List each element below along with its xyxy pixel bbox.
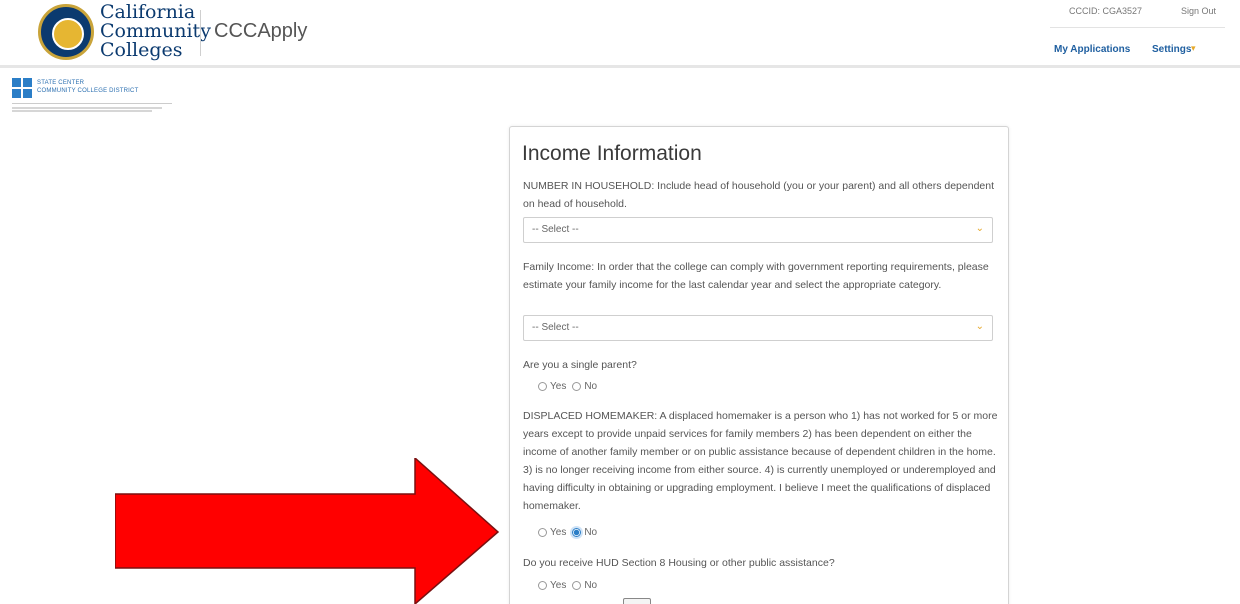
header-rule (1050, 27, 1225, 28)
household-select[interactable]: -- Select -- ⌄ (523, 217, 993, 243)
district-mark-icon (12, 78, 32, 98)
household-select-value: -- Select -- (532, 224, 579, 235)
single-parent-label: Are you a single parent? (523, 359, 637, 371)
ccc-id-label: CCCID: CGA3527 (1069, 6, 1143, 16)
household-label: NUMBER IN HOUSEHOLD: Include head of hou… (523, 180, 995, 210)
site-header: California Community Colleges CCCApply C… (0, 0, 1240, 68)
family-income-select[interactable]: -- Select -- ⌄ (523, 315, 993, 341)
district-colleges-fine-print-icon (12, 103, 172, 113)
hud-assistance-no-label[interactable]: No (584, 580, 597, 591)
district-logo: STATE CENTER COMMUNITY COLLEGE DISTRICT (10, 76, 172, 122)
displaced-homemaker-yes-radio[interactable] (538, 528, 547, 537)
hud-assistance-yes-radio[interactable] (538, 581, 547, 590)
nav-settings[interactable]: Settings (1152, 44, 1191, 55)
hud-assistance-no-radio[interactable] (572, 581, 582, 590)
chevron-down-icon: ⌄ (975, 321, 984, 332)
family-income-label: Family Income: In order that the college… (523, 261, 989, 291)
single-parent-yes-label[interactable]: Yes (550, 381, 566, 392)
california-community-colleges-seal-icon (38, 4, 94, 60)
hud-assistance-yes-label[interactable]: Yes (550, 580, 566, 591)
red-arrow-shape (115, 458, 500, 604)
nav-my-applications[interactable]: My Applications (1054, 44, 1130, 55)
displaced-homemaker-yes-label[interactable]: Yes (550, 527, 566, 538)
single-parent-no-radio[interactable] (572, 382, 582, 391)
sign-out-link[interactable]: Sign Out (1181, 6, 1216, 16)
district-name-line-1: STATE CENTER (37, 80, 85, 86)
chevron-down-icon: ⌄ (975, 223, 984, 234)
red-arrow-icon (115, 458, 500, 604)
displaced-homemaker-radio-group: Yes No (538, 527, 600, 538)
hud-assistance-label: Do you receive HUD Section 8 Housing or … (523, 557, 835, 569)
logo-wordmark[interactable]: California Community Colleges (100, 3, 211, 60)
chevron-down-icon[interactable]: ▾ (1191, 44, 1196, 54)
single-parent-no-label[interactable]: No (584, 381, 597, 392)
header-divider (200, 10, 201, 56)
displaced-homemaker-no-label[interactable]: No (584, 527, 597, 538)
displaced-homemaker-label: DISPLACED HOMEMAKER: A displaced homemak… (523, 410, 998, 512)
page-title: Income Information (522, 142, 702, 165)
partially-visible-button[interactable] (623, 598, 651, 604)
displaced-homemaker-no-radio[interactable] (572, 528, 582, 537)
logo-line-3: Colleges (100, 39, 183, 61)
district-name: STATE CENTER COMMUNITY COLLEGE DISTRICT (37, 79, 138, 95)
family-income-select-value: -- Select -- (532, 322, 579, 333)
single-parent-yes-radio[interactable] (538, 382, 547, 391)
district-name-line-2: COMMUNITY COLLEGE DISTRICT (37, 88, 139, 94)
hud-assistance-radio-group: Yes No (538, 580, 600, 591)
app-name: CCCApply (214, 20, 308, 42)
single-parent-radio-group: Yes No (538, 381, 600, 392)
